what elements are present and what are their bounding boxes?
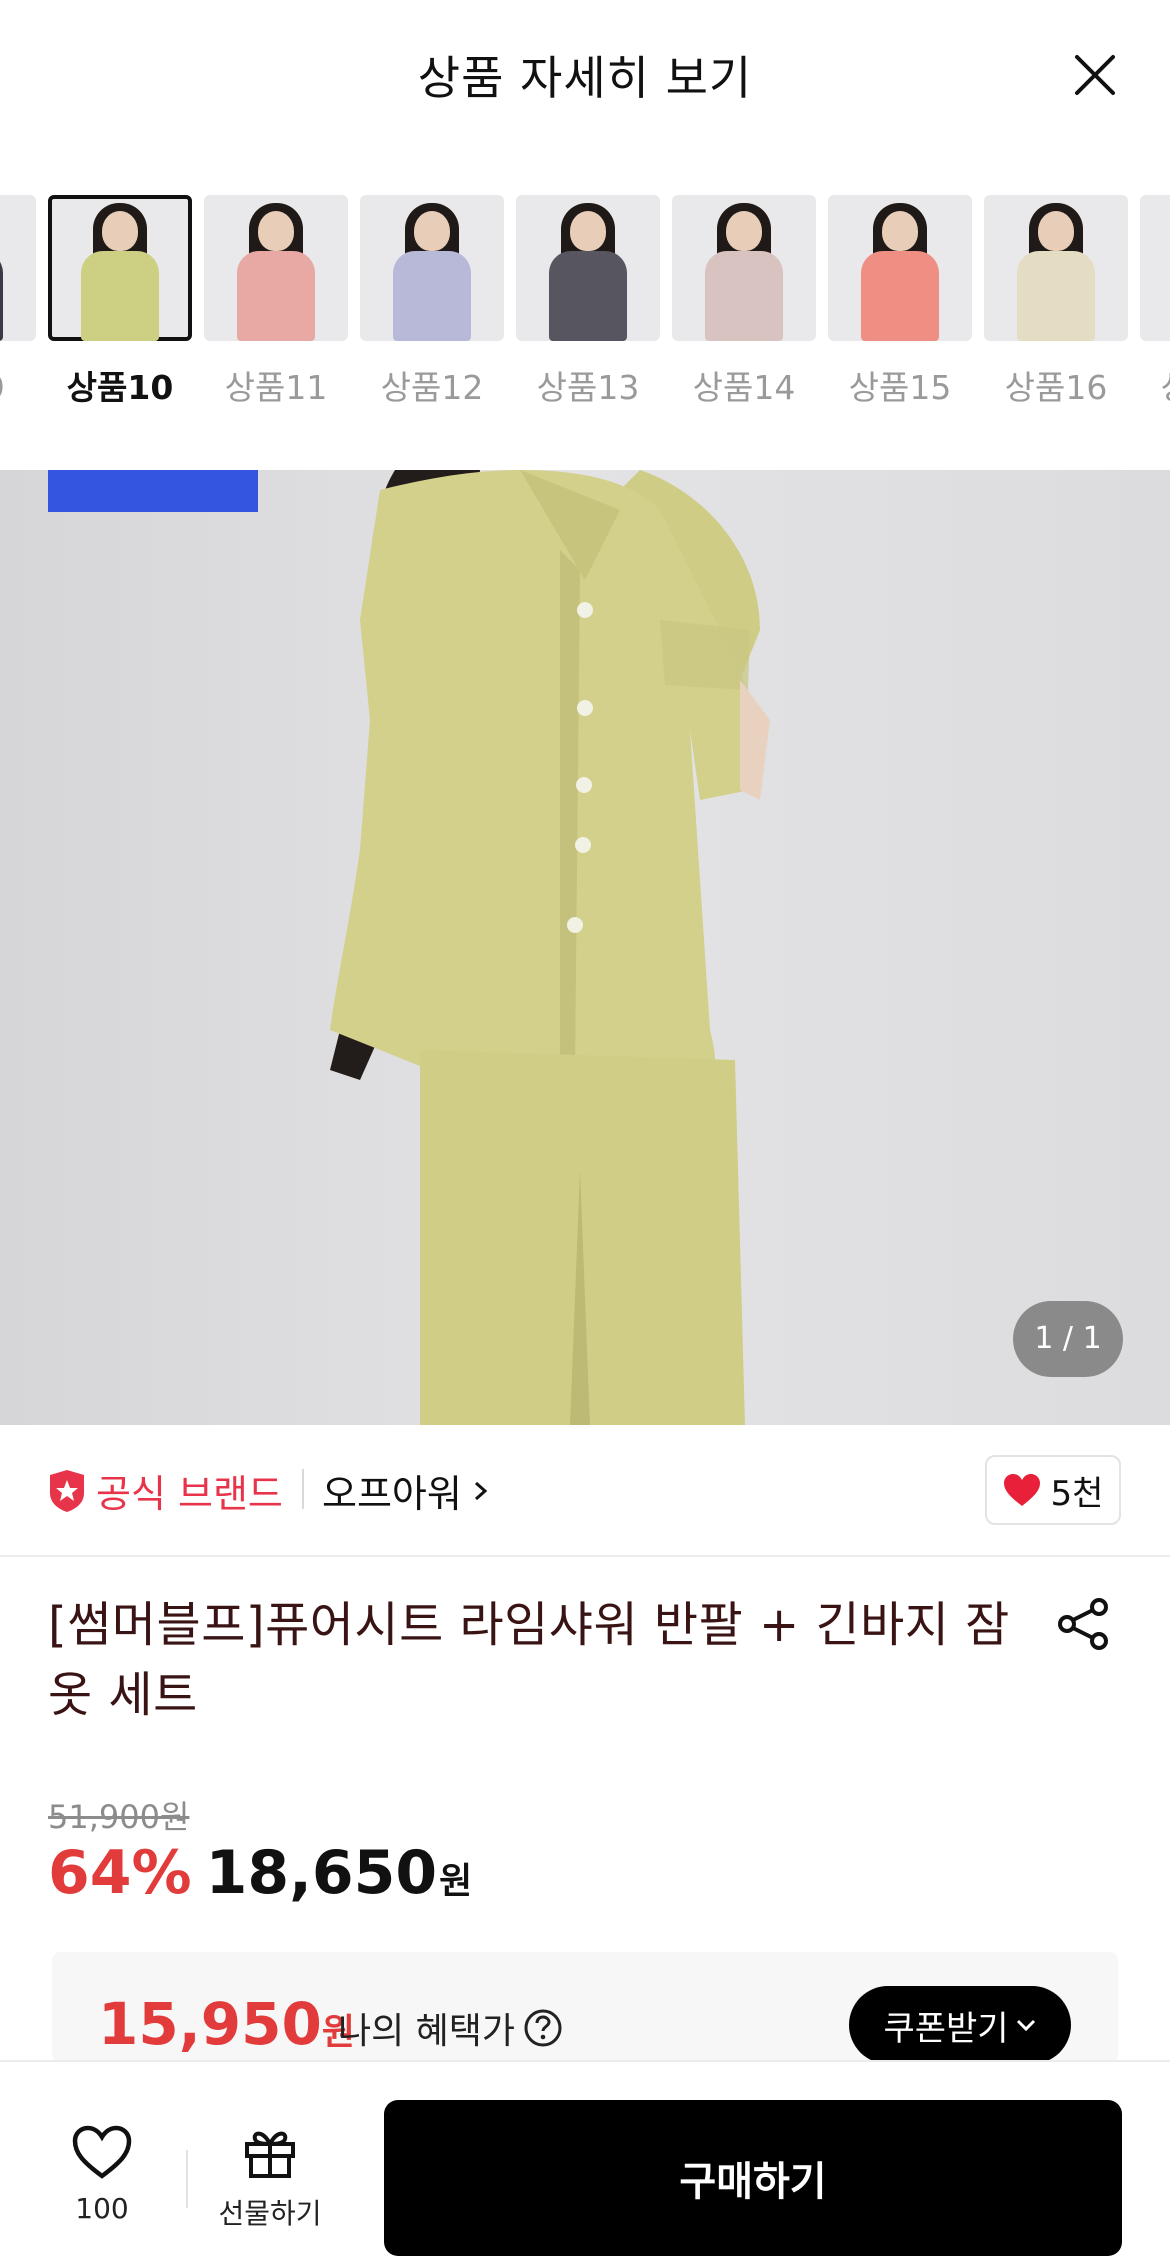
get-coupon-button[interactable]: 쿠폰받기 bbox=[849, 1986, 1071, 2064]
original-price: 51,900원 bbox=[48, 1798, 190, 1836]
thumbnail-figure-outfit bbox=[549, 251, 627, 341]
thumbnail-label: 상품12 bbox=[380, 368, 484, 407]
thumbnail-image bbox=[48, 195, 192, 341]
thumbnail-label: 상품13 bbox=[536, 368, 640, 407]
page-title: 상품 자세히 보기 bbox=[417, 51, 753, 105]
like-count: 5천 bbox=[1050, 1473, 1104, 1514]
heart-outline-icon bbox=[72, 2125, 132, 2179]
product-title: [썸머블프]퓨어시트 라임샤워 반팔 + 긴바지 잠옷 세트 bbox=[48, 1597, 1010, 1723]
gift-icon bbox=[245, 2131, 295, 2178]
thumbnail-item[interactable]: 상품16 bbox=[984, 195, 1128, 409]
thumbnail-item[interactable]: 상품10 bbox=[48, 195, 192, 409]
currency-unit: 원 bbox=[439, 1861, 473, 1902]
thumbnail-figure-face bbox=[726, 211, 762, 251]
benefit-price-group: 15,950원 bbox=[98, 1990, 355, 2058]
thumbnail-figure-outfit bbox=[81, 251, 159, 341]
thumbnail-label: 상품9 bbox=[0, 361, 36, 409]
thumbnail-figure-face bbox=[414, 211, 450, 251]
image-counter: 1 / 1 bbox=[1013, 1301, 1123, 1377]
thumbnail-figure-outfit bbox=[705, 251, 783, 341]
buy-button-label: 구매하기 bbox=[679, 2159, 827, 2205]
brand-row: 공식 브랜드 오프아워 5천 bbox=[0, 1425, 1170, 1557]
thumbnail-item[interactable]: 상품11 bbox=[204, 195, 348, 409]
thumbnail-label: 상품10 bbox=[66, 368, 174, 407]
thumbnail-label: 상품11 bbox=[224, 368, 328, 407]
brand-name: 오프아워 bbox=[322, 1472, 462, 1516]
thumbnail-item[interactable]: 상품14 bbox=[672, 195, 816, 409]
benefit-price-box: 15,950원 나의 혜택가 쿠폰받기 bbox=[52, 1952, 1118, 2064]
brand-link[interactable]: 오프아워 bbox=[322, 1463, 490, 1518]
thumbnail-label: 상품14 bbox=[692, 368, 796, 407]
thumbnail-image bbox=[204, 195, 348, 341]
wishlist-button[interactable]: 100 bbox=[60, 2124, 144, 2225]
thumbnail-image bbox=[1140, 195, 1170, 341]
divider bbox=[302, 1469, 304, 1509]
thumbnail-label: 상품17 bbox=[1140, 361, 1170, 409]
gift-label: 선물하기 bbox=[218, 2197, 322, 2230]
thumbnail-item[interactable]: 상품13 bbox=[516, 195, 660, 409]
thumbnail-figure-outfit bbox=[1017, 251, 1095, 341]
model-illustration bbox=[330, 470, 770, 1425]
thumbnail-figure-face bbox=[102, 211, 138, 251]
thumbnail-image bbox=[672, 195, 816, 341]
official-brand-label: 공식 브랜드 bbox=[96, 1472, 283, 1516]
thumbnail-figure-outfit bbox=[861, 251, 939, 341]
bottom-action-bar: 100 선물하기 구매하기 bbox=[0, 2060, 1170, 2265]
share-icon[interactable] bbox=[1055, 1595, 1113, 1653]
thumbnail-figure-outfit bbox=[393, 251, 471, 341]
close-icon[interactable] bbox=[1065, 45, 1125, 105]
thumbnail-figure-face bbox=[258, 211, 294, 251]
discount-rate: 64% bbox=[48, 1838, 192, 1908]
benefit-label: 나의 혜택가 bbox=[338, 2011, 516, 2052]
thumbnail-label: 상품16 bbox=[1004, 368, 1108, 407]
thumbnail-label: 상품15 bbox=[848, 368, 952, 407]
question-circle-icon[interactable] bbox=[523, 2008, 563, 2048]
price-row: 64% 18,650 원 bbox=[48, 1838, 472, 1908]
gift-button[interactable]: 선물하기 bbox=[210, 2124, 330, 2232]
benefit-price: 15,950 bbox=[98, 1990, 322, 2058]
buy-button[interactable]: 구매하기 bbox=[384, 2100, 1122, 2256]
divider bbox=[186, 2150, 188, 2208]
sale-price: 18,650 bbox=[205, 1838, 438, 1908]
thumbnail-figure-face bbox=[1038, 211, 1074, 251]
heart-filled-icon bbox=[1003, 1474, 1040, 1506]
benefit-label-group: 나의 혜택가 bbox=[338, 2002, 563, 2054]
thumbnail-figure-face bbox=[570, 211, 606, 251]
coupon-button-label: 쿠폰받기 bbox=[883, 2008, 1009, 2049]
thumbnail-image bbox=[984, 195, 1128, 341]
thumbnail-image bbox=[516, 195, 660, 341]
product-photo[interactable] bbox=[0, 470, 1170, 1425]
header: 상품 자세히 보기 bbox=[0, 0, 1170, 150]
thumbnail-figure-outfit bbox=[237, 251, 315, 341]
thumbnail-image bbox=[828, 195, 972, 341]
thumbnail-item[interactable]: 상품12 bbox=[360, 195, 504, 409]
thumbnail-strip[interactable]: 상품9 상품10 상품11 상품12 상품13 상품14 상품15 상품16 상품17 bbox=[0, 195, 1170, 425]
thumbnail-item[interactable]: 상품17 bbox=[1140, 195, 1170, 409]
chevron-right-icon bbox=[474, 1481, 488, 1500]
brand-like-button[interactable]: 5천 bbox=[985, 1455, 1121, 1525]
thumbnail-figure-outfit bbox=[0, 251, 3, 341]
thumbnail-item[interactable]: 상품9 bbox=[0, 195, 36, 409]
shield-star-icon bbox=[50, 1469, 84, 1512]
thumbnail-image bbox=[0, 195, 36, 341]
official-brand-badge: 공식 브랜드 bbox=[48, 1463, 283, 1518]
wishlist-count: 100 bbox=[75, 2192, 129, 2225]
thumbnail-figure-face bbox=[882, 211, 918, 251]
thumbnail-item[interactable]: 상품15 bbox=[828, 195, 972, 409]
chevron-down-icon bbox=[1016, 2019, 1035, 2032]
thumbnail-image bbox=[360, 195, 504, 341]
